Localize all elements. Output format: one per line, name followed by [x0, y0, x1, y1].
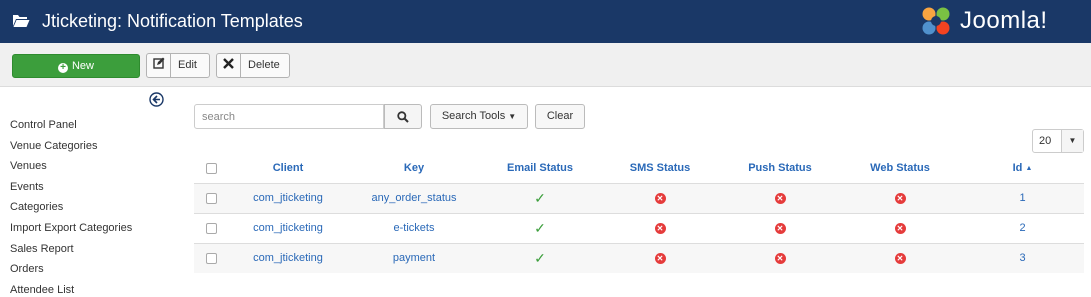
caret-down-icon: ▼	[1061, 130, 1083, 152]
sidebar-item-venue-categories[interactable]: Venue Categories	[10, 136, 132, 157]
error-circle-icon: ✕	[894, 252, 906, 264]
row-id[interactable]: 2	[995, 214, 1050, 243]
push-status[interactable]: ✕	[730, 244, 830, 273]
search-tools-label: Search Tools	[441, 110, 506, 122]
column-email-status[interactable]: Email Status	[490, 158, 590, 178]
web-status[interactable]: ✕	[850, 244, 950, 273]
client-link[interactable]: com_jticketing	[238, 214, 338, 243]
sidebar-item-sales-report[interactable]: Sales Report	[10, 239, 132, 260]
sms-status[interactable]: ✕	[610, 184, 710, 213]
caret-down-icon: ▼	[508, 112, 517, 121]
web-status[interactable]: ✕	[850, 214, 950, 243]
key-link[interactable]: e-tickets	[354, 214, 474, 243]
delete-button[interactable]: Delete	[216, 53, 290, 78]
new-button[interactable]: + New	[12, 54, 140, 78]
error-circle-icon: ✕	[654, 192, 666, 204]
web-status[interactable]: ✕	[850, 184, 950, 213]
check-icon[interactable]: ✓	[490, 214, 590, 243]
column-id-label: Id	[1012, 162, 1023, 174]
app-header: Jticketing: Notification Templates Jooml…	[0, 0, 1091, 43]
error-circle-icon: ✕	[894, 222, 906, 234]
search-button[interactable]	[384, 104, 422, 129]
error-circle-icon: ✕	[774, 252, 786, 264]
sidebar-item-control-panel[interactable]: Control Panel	[10, 115, 132, 136]
column-sms-status[interactable]: SMS Status	[610, 158, 710, 178]
toolbar: + New Edit Delete	[0, 43, 1091, 87]
new-button-label: New	[71, 60, 94, 72]
edit-icon	[147, 54, 171, 77]
row-checkbox[interactable]	[206, 193, 217, 204]
edit-button-label: Edit	[178, 59, 197, 71]
table-row: com_jticketing any_order_status ✓ ✕ ✕ ✕ …	[194, 183, 1084, 213]
sidebar-item-import-export-categories[interactable]: Import Export Categories	[10, 218, 132, 239]
sort-asc-icon: ▲	[1025, 165, 1033, 172]
sidebar-menu: Control Panel Venue Categories Venues Ev…	[10, 115, 132, 297]
push-status[interactable]: ✕	[730, 184, 830, 213]
delete-button-label: Delete	[248, 59, 280, 71]
list-limit-select[interactable]: 20 ▼	[1032, 129, 1084, 153]
search-tools-button[interactable]: Search Tools ▼	[430, 104, 528, 129]
error-circle-icon: ✕	[774, 192, 786, 204]
sidebar-item-attendee-list[interactable]: Attendee List	[10, 280, 132, 297]
sms-status[interactable]: ✕	[610, 244, 710, 273]
column-client[interactable]: Client	[238, 158, 338, 178]
sms-status[interactable]: ✕	[610, 214, 710, 243]
joomla-logo-icon	[922, 7, 950, 35]
arrow-left-circle-icon[interactable]	[149, 92, 164, 107]
row-checkbox[interactable]	[206, 253, 217, 264]
edit-button[interactable]: Edit	[146, 53, 210, 78]
error-circle-icon: ✕	[894, 192, 906, 204]
client-link[interactable]: com_jticketing	[238, 184, 338, 213]
joomla-logo[interactable]: Joomla!	[920, 4, 1085, 38]
joomla-logo-text: Joomla!	[960, 7, 1048, 34]
sidebar: Control Panel Venue Categories Venues Ev…	[0, 88, 170, 297]
search-input[interactable]	[194, 104, 384, 129]
push-status[interactable]: ✕	[730, 214, 830, 243]
check-icon[interactable]: ✓	[490, 184, 590, 213]
folder-open-icon	[13, 15, 30, 27]
table-row: com_jticketing e-tickets ✓ ✕ ✕ ✕ 2	[194, 213, 1084, 243]
column-push-status[interactable]: Push Status	[730, 158, 830, 178]
clear-button[interactable]: Clear	[535, 104, 585, 129]
sidebar-item-orders[interactable]: Orders	[10, 259, 132, 280]
error-circle-icon: ✕	[774, 222, 786, 234]
search-icon	[397, 111, 409, 123]
page-title: Jticketing: Notification Templates	[42, 11, 303, 31]
close-icon	[217, 54, 241, 77]
column-web-status[interactable]: Web Status	[850, 158, 950, 178]
row-id[interactable]: 3	[995, 244, 1050, 273]
column-id[interactable]: Id ▲	[995, 158, 1050, 178]
list-limit-value: 20	[1039, 135, 1052, 147]
column-key[interactable]: Key	[364, 158, 464, 178]
key-link[interactable]: payment	[354, 244, 474, 273]
select-all-checkbox[interactable]	[206, 163, 217, 174]
row-id[interactable]: 1	[995, 184, 1050, 213]
row-checkbox[interactable]	[206, 223, 217, 234]
sidebar-item-venues[interactable]: Venues	[10, 156, 132, 177]
sidebar-item-events[interactable]: Events	[10, 177, 132, 198]
error-circle-icon: ✕	[654, 222, 666, 234]
sidebar-item-categories[interactable]: Categories	[10, 197, 132, 218]
plus-circle-icon: +	[57, 63, 68, 73]
check-icon[interactable]: ✓	[490, 244, 590, 273]
client-link[interactable]: com_jticketing	[238, 244, 338, 273]
key-link[interactable]: any_order_status	[354, 184, 474, 213]
error-circle-icon: ✕	[654, 252, 666, 264]
table-row: com_jticketing payment ✓ ✕ ✕ ✕ 3	[194, 243, 1084, 273]
